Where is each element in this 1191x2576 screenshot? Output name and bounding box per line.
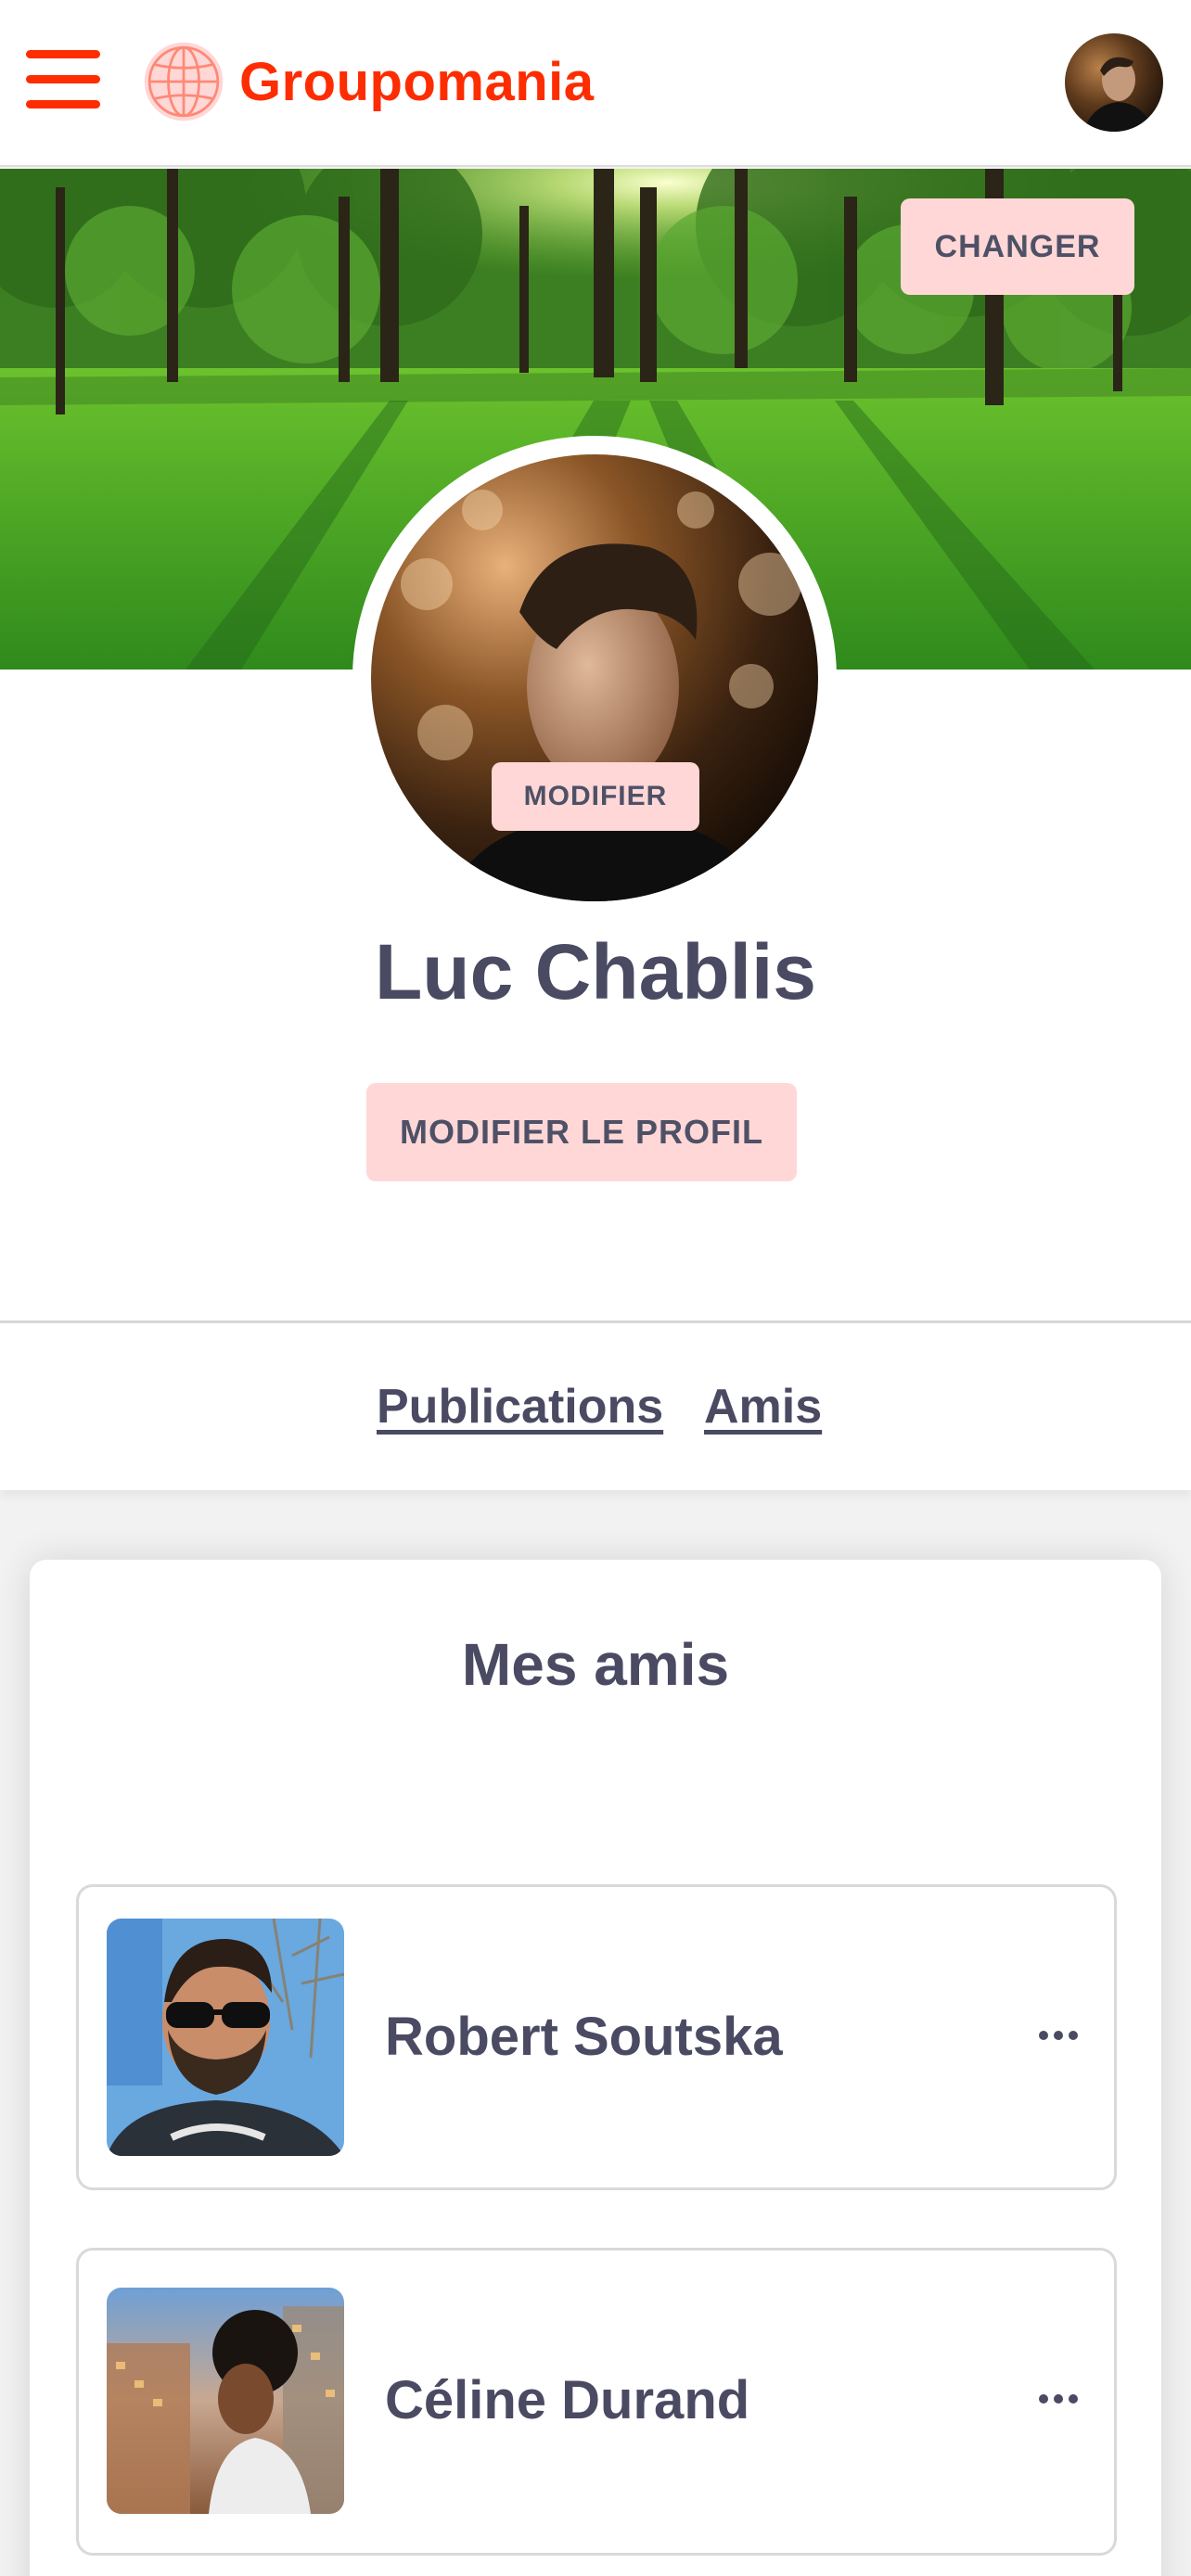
change-cover-button[interactable]: CHANGER (901, 198, 1134, 295)
profile-avatar (371, 454, 818, 901)
user-avatar[interactable] (1065, 33, 1163, 132)
hamburger-menu-icon[interactable] (26, 46, 102, 113)
friends-card: Mes amis Robert Soutska Céline Durand (30, 1560, 1161, 2576)
friend-item[interactable]: Robert Soutska (76, 1884, 1117, 2190)
top-navigation-bar: Groupomania (0, 0, 1191, 167)
friend-name: Robert Soutska (385, 2007, 783, 2067)
friend-item[interactable]: Céline Durand (76, 2248, 1117, 2556)
tab-friends[interactable]: Amis (704, 1379, 822, 1435)
profile-name: Luc Chablis (374, 928, 817, 1015)
friend-avatar (107, 1919, 344, 2156)
tab-publications[interactable]: Publications (377, 1379, 663, 1435)
friend-avatar (107, 2288, 344, 2514)
edit-profile-button[interactable]: MODIFIER LE PROFIL (366, 1083, 797, 1181)
more-dots-icon[interactable] (1029, 2371, 1088, 2427)
change-avatar-button[interactable]: MODIFIER (492, 762, 699, 831)
friend-name: Céline Durand (385, 2370, 750, 2430)
profile-tabs: Publications Amis (0, 1323, 1191, 1490)
more-dots-icon[interactable] (1029, 2008, 1088, 2063)
globe-icon (144, 42, 224, 121)
app-name: Groupomania (239, 51, 595, 112)
app-logo[interactable]: Groupomania (141, 37, 595, 126)
friends-title: Mes amis (461, 1631, 730, 1698)
